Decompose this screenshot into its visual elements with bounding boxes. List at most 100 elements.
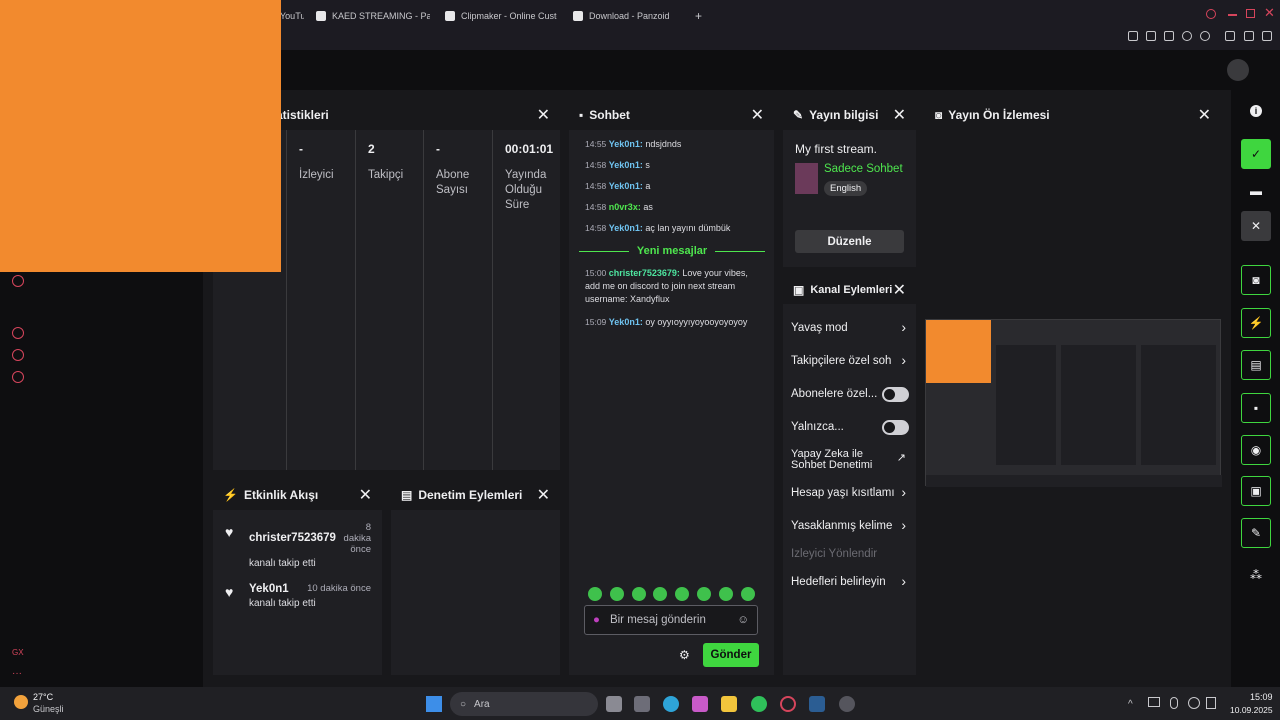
settings-icon[interactable]: [12, 371, 24, 383]
info-icon[interactable]: i: [1250, 105, 1262, 117]
more-icon[interactable]: ⁂: [1241, 560, 1271, 590]
close-icon[interactable]: ✕: [359, 485, 372, 505]
tray-chevron-icon[interactable]: ^: [1128, 699, 1133, 710]
avatar[interactable]: [1227, 59, 1249, 81]
send-button[interactable]: Gönder: [703, 643, 759, 667]
action-item[interactable]: Hesap yaşı kısıtlamı: [791, 487, 909, 499]
action-item[interactable]: Yavaş mod: [791, 322, 909, 334]
chevron-right-icon[interactable]: ›: [901, 319, 906, 335]
tag-badge[interactable]: English: [824, 181, 868, 196]
action-item[interactable]: İzleyici Yönlendir: [791, 548, 909, 560]
wrench-icon[interactable]: ✎: [1241, 518, 1271, 548]
new-tab-button[interactable]: +: [695, 6, 707, 26]
more-icon[interactable]: ···: [12, 668, 22, 679]
message-user[interactable]: Yek0n1:: [609, 317, 643, 327]
stream-preview-video[interactable]: [925, 319, 1222, 487]
emote-icon[interactable]: [653, 587, 667, 601]
heart-icon[interactable]: [1200, 31, 1210, 41]
edit-button[interactable]: Düzenle: [795, 230, 904, 253]
document-icon[interactable]: ▤: [1241, 350, 1271, 380]
actions-icon[interactable]: ▣: [1241, 476, 1271, 506]
app-icon[interactable]: [839, 696, 855, 712]
toggle-switch[interactable]: [882, 387, 909, 402]
copilot-icon[interactable]: [692, 696, 708, 712]
layout-icon[interactable]: ▬: [1241, 176, 1271, 206]
close-icon[interactable]: ✕: [751, 105, 764, 125]
tab-kaed-streaming[interactable]: KAED STREAMING - Panz: [316, 6, 430, 26]
close-icon[interactable]: ✕: [537, 105, 550, 125]
broadcast-icon[interactable]: ◉: [1241, 435, 1271, 465]
close-window-icon[interactable]: ✕: [1264, 5, 1275, 21]
emote-icon[interactable]: [697, 587, 711, 601]
action-item[interactable]: Hedefleri belirleyin: [791, 576, 909, 588]
message-user[interactable]: Yek0n1:: [609, 160, 643, 170]
wifi-icon[interactable]: [1188, 697, 1200, 709]
close-icon[interactable]: ✕: [537, 485, 550, 505]
close-icon[interactable]: ✕: [1198, 105, 1211, 125]
message-user[interactable]: n0vr3x:: [609, 202, 641, 212]
close-icon[interactable]: ✕: [893, 105, 906, 125]
preview-icon[interactable]: ◙: [1241, 265, 1271, 295]
extensions-icon[interactable]: GX: [12, 648, 24, 657]
category-link[interactable]: Sadece Sohbet: [824, 163, 903, 175]
volume-icon[interactable]: [1206, 697, 1216, 709]
tab-youtube[interactable]: YouTu: [280, 6, 304, 26]
microphone-icon[interactable]: ●: [593, 614, 600, 626]
action-item[interactable]: Yasaklanmış kelime: [791, 520, 909, 532]
task-view-icon[interactable]: [606, 696, 622, 712]
taskbar-search[interactable]: ○ Ara: [450, 692, 598, 716]
message-user[interactable]: Yek0n1:: [609, 139, 643, 149]
store-icon[interactable]: [634, 696, 650, 712]
windows-start-icon[interactable]: [426, 696, 442, 712]
action-item[interactable]: Yapay Zeka ile Sohbet Denetimi: [791, 449, 891, 471]
check-icon[interactable]: ✓: [1241, 139, 1271, 169]
minimize-icon[interactable]: [1228, 14, 1237, 16]
close-icon[interactable]: ✕: [893, 280, 906, 300]
gear-icon[interactable]: ⚙: [679, 648, 690, 662]
network-icon[interactable]: [1148, 697, 1160, 707]
snapshot-icon[interactable]: [1146, 31, 1156, 41]
adblock-icon[interactable]: [1164, 31, 1174, 41]
lightning-icon[interactable]: ⚡: [1241, 308, 1271, 338]
emote-icon[interactable]: [675, 587, 689, 601]
message-user[interactable]: Yek0n1:: [609, 223, 643, 233]
message-user[interactable]: christer7523679:: [609, 268, 680, 278]
steam-icon[interactable]: [809, 696, 825, 712]
edge-icon[interactable]: [663, 696, 679, 712]
message-user[interactable]: Yek0n1:: [609, 181, 643, 191]
close-icon[interactable]: ✕: [1241, 211, 1271, 241]
event-action: kanalı takip etti: [249, 558, 316, 569]
pin-icon[interactable]: [1128, 31, 1138, 41]
file-explorer-icon[interactable]: [721, 696, 737, 712]
tab-download-panzoid[interactable]: Download - Panzoid: [573, 6, 683, 26]
opera-gx-icon[interactable]: [780, 696, 796, 712]
emote-icon[interactable]: [719, 587, 733, 601]
whatsapp-icon[interactable]: [751, 696, 767, 712]
download-icon[interactable]: [1225, 31, 1235, 41]
chat-input[interactable]: ● Bir mesaj gönderin ☺: [584, 605, 758, 635]
action-item[interactable]: Takipçilere özel soh: [791, 355, 909, 367]
chevron-right-icon[interactable]: ›: [901, 484, 906, 500]
emote-icon[interactable]: [741, 587, 755, 601]
tab-clipmaker[interactable]: Clipmaker - Online Custo: [445, 6, 557, 26]
community-icon[interactable]: [12, 349, 24, 361]
microphone-icon[interactable]: [1170, 697, 1178, 709]
save-icon[interactable]: [1244, 31, 1254, 41]
search-icon[interactable]: [1206, 9, 1216, 19]
chat-icon[interactable]: ▪: [1241, 393, 1271, 423]
chevron-right-icon[interactable]: ›: [901, 517, 906, 533]
emote-icon[interactable]: [632, 587, 646, 601]
external-link-icon[interactable]: ↗: [897, 451, 906, 464]
menu-icon[interactable]: [1262, 31, 1272, 41]
play-icon[interactable]: [1182, 31, 1192, 41]
maximize-icon[interactable]: [1246, 9, 1255, 18]
clock-icon[interactable]: [12, 327, 24, 339]
emoji-icon[interactable]: ☺: [737, 614, 749, 626]
panel-title: Yayın bilgisi: [809, 108, 879, 122]
chevron-right-icon[interactable]: ›: [901, 573, 906, 589]
chevron-right-icon[interactable]: ›: [901, 352, 906, 368]
stream-icon[interactable]: [12, 275, 24, 287]
toggle-switch[interactable]: [882, 420, 909, 435]
emote-icon[interactable]: [588, 587, 602, 601]
emote-icon[interactable]: [610, 587, 624, 601]
